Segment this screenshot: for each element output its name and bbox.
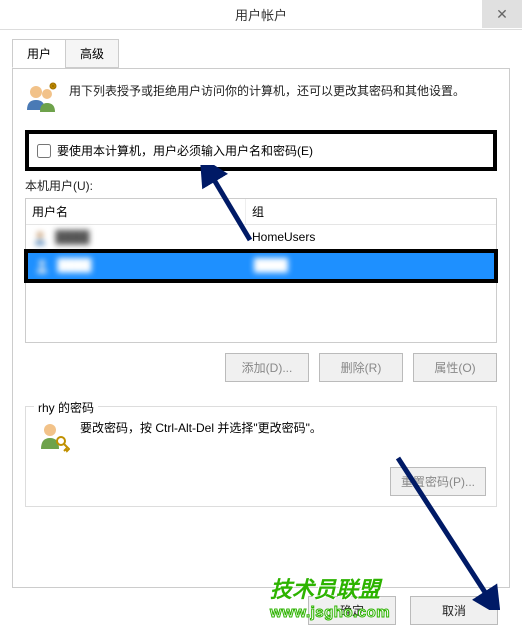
dialog-buttons: 确定 取消 — [308, 596, 498, 625]
row-username: ████ — [55, 230, 89, 244]
user-icon — [32, 230, 48, 246]
row-group: ████ — [254, 258, 288, 272]
intro-row: 用下列表授予或拒绝用户访问你的计算机，还可以更改其密码和其他设置。 — [25, 82, 497, 116]
intro-text: 用下列表授予或拒绝用户访问你的计算机，还可以更改其密码和其他设置。 — [69, 82, 465, 116]
list-header: 用户名 组 — [26, 199, 496, 225]
local-users-label: 本机用户(U): — [25, 177, 497, 194]
user-icon — [34, 258, 50, 274]
titlebar: 用户帐户 ✕ — [0, 0, 522, 30]
row-group: HomeUsers — [252, 230, 315, 244]
tab-content: 用下列表授予或拒绝用户访问你的计算机，还可以更改其密码和其他设置。 要使用本计算… — [12, 68, 510, 588]
require-login-highlight: 要使用本计算机，用户必须输入用户名和密码(E) — [25, 130, 497, 171]
window-title: 用户帐户 — [235, 5, 287, 24]
require-login-label: 要使用本计算机，用户必须输入用户名和密码(E) — [57, 142, 313, 159]
close-icon: ✕ — [496, 6, 508, 23]
reset-password-button[interactable]: 重置密码(P)... — [390, 467, 486, 496]
ok-button[interactable]: 确定 — [308, 596, 396, 625]
col-header-name[interactable]: 用户名 — [26, 199, 246, 224]
tab-users[interactable]: 用户 — [12, 39, 66, 68]
tab-strip: 用户 高级 — [12, 39, 510, 69]
row-username: ████ — [57, 258, 91, 272]
require-login-checkbox[interactable] — [37, 144, 51, 158]
cancel-button[interactable]: 取消 — [410, 596, 498, 625]
delete-button[interactable]: 删除(R) — [319, 353, 403, 382]
require-login-row[interactable]: 要使用本计算机，用户必须输入用户名和密码(E) — [37, 142, 485, 159]
password-text: 要改密码，按 Ctrl-Alt-Del 并选择"更改密码"。 — [80, 419, 322, 437]
col-header-group[interactable]: 组 — [246, 199, 496, 224]
table-row[interactable]: ████ HomeUsers — [26, 225, 496, 251]
password-section-label: rhy 的密码 — [34, 399, 98, 416]
key-user-icon — [36, 419, 70, 453]
add-button[interactable]: 添加(D)... — [225, 353, 309, 382]
users-icon — [25, 82, 59, 116]
user-list: 用户名 组 ████ HomeUsers ████ — [25, 198, 497, 343]
user-buttons-row: 添加(D)... 删除(R) 属性(O) — [25, 353, 497, 382]
tab-advanced[interactable]: 高级 — [65, 39, 119, 68]
close-button[interactable]: ✕ — [482, 0, 522, 28]
dialog-body: 用户 高级 用下列表授予或拒绝用户访问你的计算机，还可以更改其密码和其他设置。 … — [0, 30, 522, 639]
properties-button[interactable]: 属性(O) — [413, 353, 497, 382]
password-section: rhy 的密码 要改密码，按 Ctrl-Alt-Del 并选择"更改密码"。 重… — [25, 406, 497, 507]
table-row-selected[interactable]: ████ ████ — [24, 249, 498, 283]
